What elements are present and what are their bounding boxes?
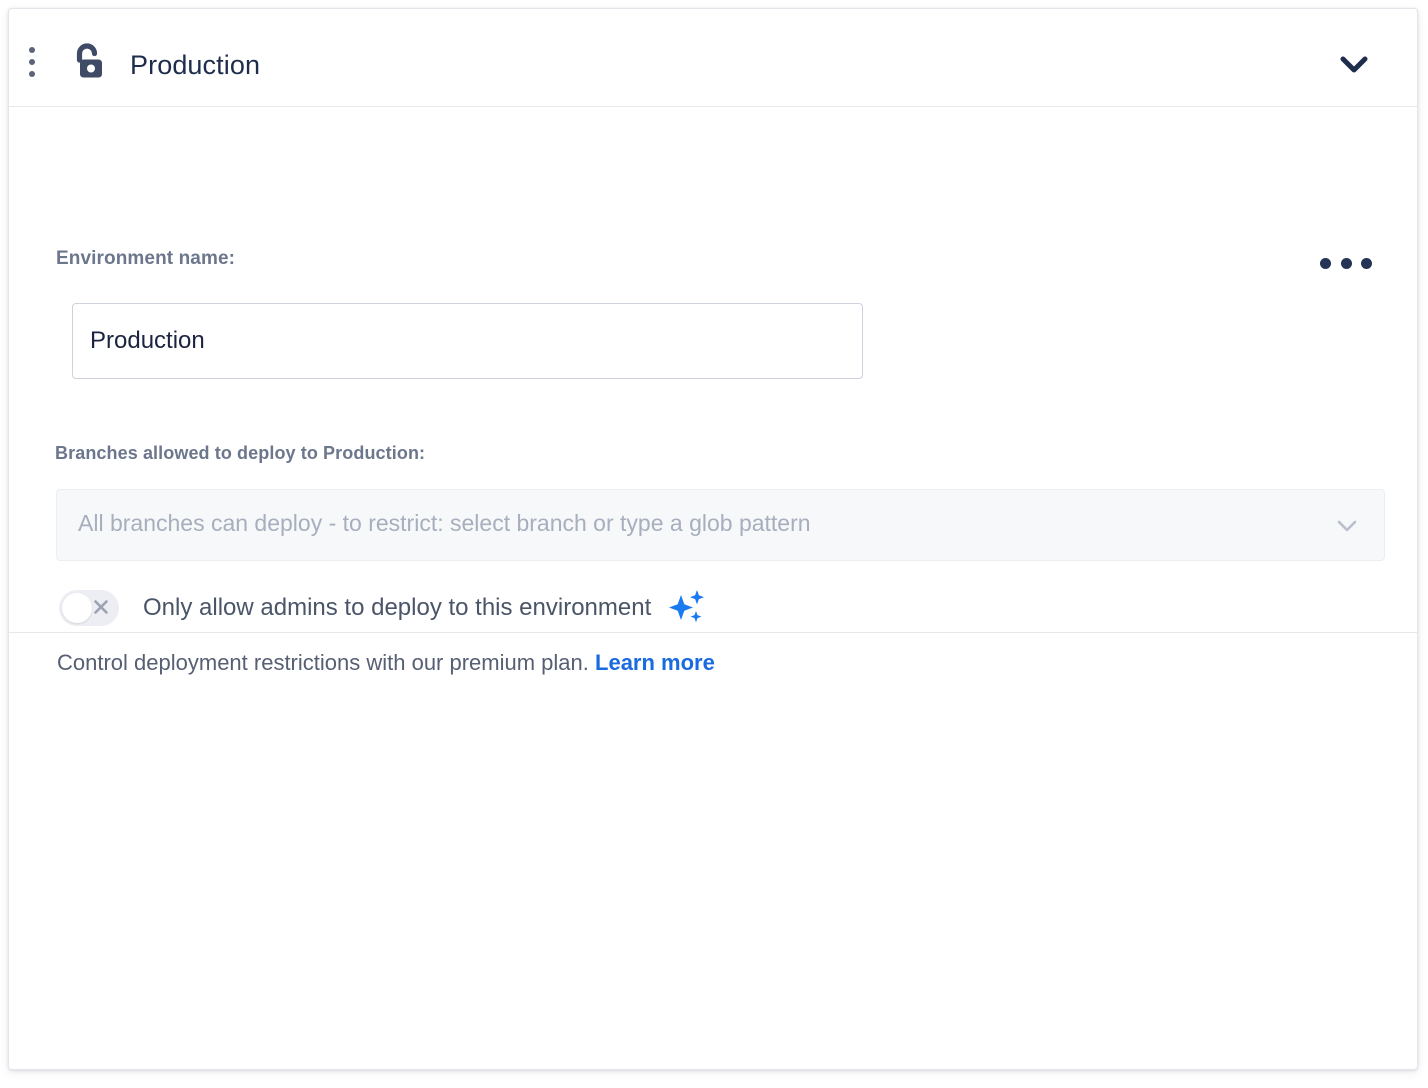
environment-settings-screen: Production Environment name: Branches al…	[0, 0, 1428, 1088]
variables-section: Variables Secured Add SECRET_ACCESS_KEY …	[9, 633, 1417, 1069]
lock-open-icon	[66, 41, 110, 81]
branches-allowed-label: Branches allowed to deploy to Production…	[55, 443, 426, 463]
sparkles-icon	[666, 588, 708, 628]
x-icon	[91, 597, 111, 617]
drag-dot	[29, 71, 35, 77]
admins-only-toggle[interactable]	[59, 590, 119, 626]
more-options-icon[interactable]	[1320, 251, 1372, 275]
more-dot	[1320, 257, 1331, 269]
more-dot	[1340, 257, 1352, 269]
environment-settings-section: Environment name: Branches allowed to de…	[9, 107, 1417, 675]
branches-select-placeholder: All branches can deploy - to restrict: s…	[78, 510, 811, 536]
chevron-down-icon[interactable]	[1337, 49, 1371, 79]
card-header: Production	[9, 9, 1417, 107]
page-title: Production	[130, 50, 261, 80]
admins-only-label: Only allow admins to deploy to this envi…	[143, 594, 652, 621]
admins-only-toggle-row: Only allow admins to deploy to this envi…	[59, 588, 708, 628]
drag-dot	[29, 47, 35, 53]
environment-name-input[interactable]	[72, 303, 863, 379]
environment-name-label: Environment name:	[56, 248, 236, 269]
more-dot	[1361, 257, 1372, 269]
drag-handle-icon[interactable]	[23, 47, 41, 77]
branches-select[interactable]: All branches can deploy - to restrict: s…	[56, 489, 1385, 561]
chevron-down-icon	[1336, 517, 1358, 535]
toggle-knob	[62, 593, 92, 623]
drag-dot	[29, 59, 35, 65]
environment-card: Production Environment name: Branches al…	[8, 8, 1418, 1070]
